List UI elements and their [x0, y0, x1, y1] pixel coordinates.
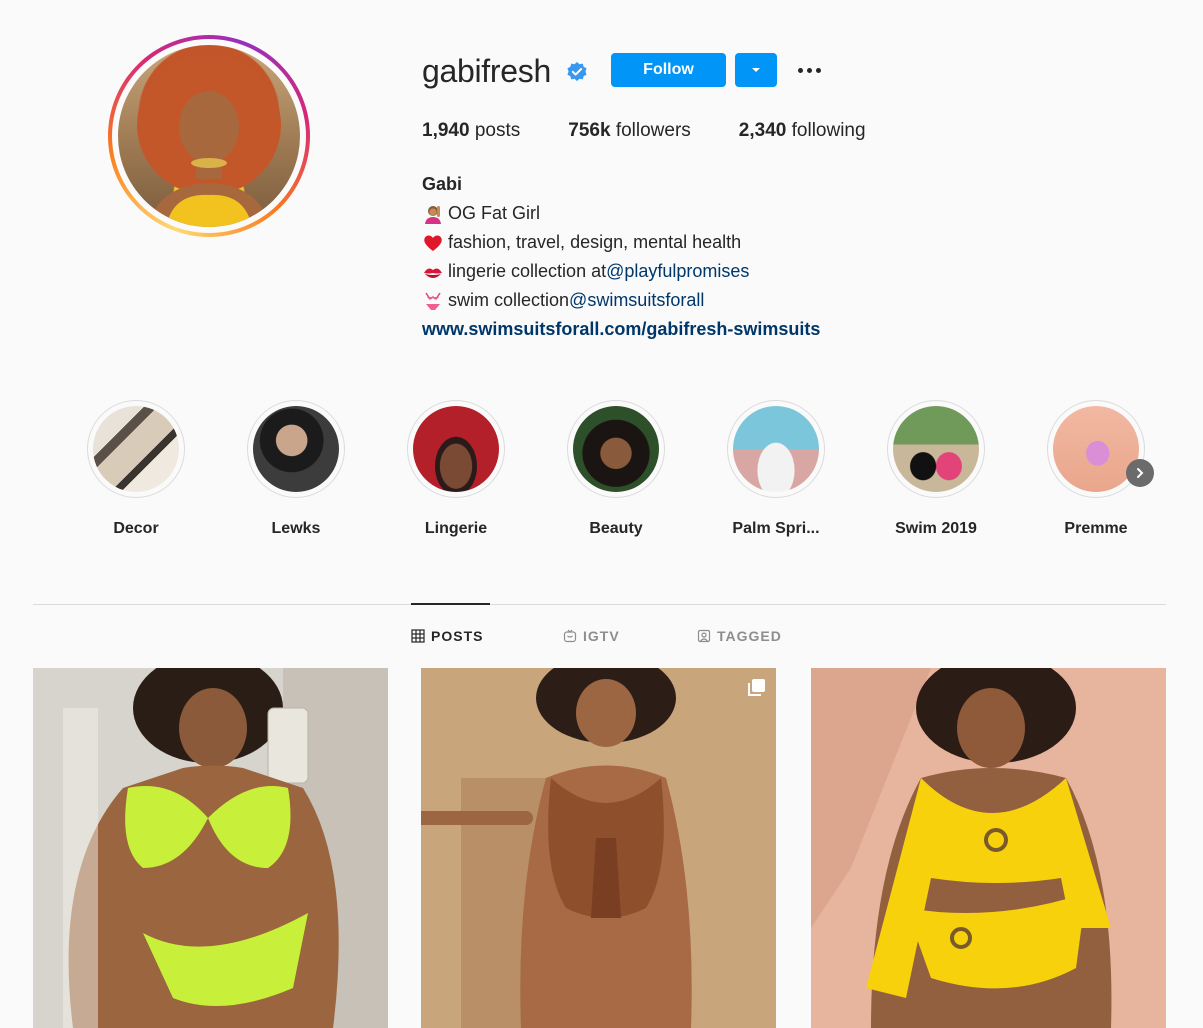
tab-label: POSTS — [431, 628, 484, 644]
igtv-icon — [563, 629, 577, 643]
stat-count: 2,340 — [738, 120, 787, 141]
highlight-image — [253, 406, 339, 492]
post-thumbnail[interactable] — [421, 668, 776, 1028]
stat-label: followers — [615, 120, 691, 141]
highlight-lingerie[interactable]: Lingerie — [401, 400, 511, 538]
highlight-image — [733, 406, 819, 492]
stat-label: following — [791, 120, 866, 141]
highlight-cover — [727, 400, 825, 498]
highlight-cover — [887, 400, 985, 498]
stat-following[interactable]: 2,340 following — [739, 119, 866, 143]
highlight-label: Palm Spri... — [732, 520, 820, 537]
mention-link-playfulpromises[interactable]: @playfulpromises — [606, 257, 749, 286]
stat-count: 1,940 — [422, 120, 470, 141]
avatar[interactable] — [118, 45, 300, 227]
red-heart-emoji-icon — [424, 234, 442, 251]
caret-down-icon — [752, 68, 760, 72]
highlight-image — [893, 406, 979, 492]
tab-label: TAGGED — [717, 628, 782, 644]
profile-stats: 1,940 posts 756k followers 2,340 followi… — [422, 119, 914, 143]
highlight-swim-2019[interactable]: Swim 2019 — [881, 400, 991, 538]
highlight-image — [93, 406, 179, 492]
bio-line: swim collection @swimsuitsforall — [422, 286, 820, 315]
highlight-cover — [247, 400, 345, 498]
profile-full-name: Gabi — [422, 174, 463, 194]
verified-badge-icon — [566, 61, 588, 83]
highlights-next-button[interactable] — [1126, 459, 1154, 487]
highlight-label: Swim 2019 — [895, 520, 977, 537]
post-thumbnail[interactable] — [811, 668, 1166, 1028]
stat-count: 756k — [568, 120, 611, 141]
highlight-cover — [567, 400, 665, 498]
highlight-cover — [407, 400, 505, 498]
highlight-lewks[interactable]: Lewks — [241, 400, 351, 538]
highlight-image — [413, 406, 499, 492]
bio-text: OG Fat Girl — [448, 203, 541, 223]
bikini-emoji-icon — [425, 292, 441, 310]
profile-avatar-ring[interactable] — [108, 35, 310, 237]
tab-label: IGTV — [583, 628, 620, 644]
stat-followers[interactable]: 756k followers — [568, 119, 691, 143]
highlight-image — [573, 406, 659, 492]
bio-text: swim collection — [448, 290, 570, 310]
tagged-icon — [697, 629, 711, 643]
highlight-label: Lewks — [271, 520, 321, 537]
highlight-palm-springs[interactable]: Palm Spri... — [721, 400, 831, 538]
bio-line: fashion, travel, design, mental health — [422, 228, 820, 257]
woman-raising-hand-emoji-icon — [425, 205, 441, 224]
stat-posts[interactable]: 1,940 posts — [422, 119, 520, 143]
mention-link-swimsuitsforall[interactable]: @swimsuitsforall — [569, 286, 704, 315]
tab-igtv[interactable]: IGTV — [563, 628, 620, 644]
follow-button[interactable]: Follow — [611, 53, 726, 87]
profile-username: gabifresh — [422, 53, 551, 89]
bio-line: OG Fat Girl — [422, 199, 820, 228]
post-image — [421, 668, 776, 1028]
highlight-cover — [87, 400, 185, 498]
profile-bio: Gabi OG Fat Girl fashion, travel, design… — [422, 170, 820, 344]
post-image — [811, 668, 1166, 1028]
active-tab-indicator — [411, 603, 490, 605]
highlight-label: Premme — [1064, 520, 1128, 537]
multiple-photos-icon — [748, 678, 766, 696]
kiss-mark-emoji-icon — [424, 268, 442, 278]
grid-icon — [411, 629, 425, 643]
bio-text: fashion, travel, design, mental health — [448, 232, 742, 252]
chevron-right-icon — [1137, 468, 1144, 478]
section-divider — [33, 604, 1166, 605]
highlight-image — [1053, 406, 1139, 492]
bio-text: lingerie collection at — [448, 261, 607, 281]
stat-label: posts — [474, 120, 521, 141]
post-thumbnail[interactable] — [33, 668, 388, 1028]
avatar-illustration — [137, 55, 281, 227]
highlight-label: Lingerie — [424, 520, 488, 537]
bio-website-link[interactable]: www.swimsuitsforall.com/gabifresh-swimsu… — [422, 315, 820, 344]
suggested-accounts-button[interactable] — [735, 53, 777, 87]
highlight-label: Decor — [113, 520, 159, 537]
post-image — [33, 668, 388, 1028]
highlight-beauty[interactable]: Beauty — [561, 400, 671, 538]
more-options-icon[interactable] — [794, 60, 824, 80]
tab-tagged[interactable]: TAGGED — [697, 628, 782, 644]
tab-posts[interactable]: POSTS — [411, 628, 483, 644]
highlight-decor[interactable]: Decor — [81, 400, 191, 538]
bio-line: lingerie collection at @playfulpromises — [422, 257, 820, 286]
highlight-label: Beauty — [589, 520, 643, 537]
